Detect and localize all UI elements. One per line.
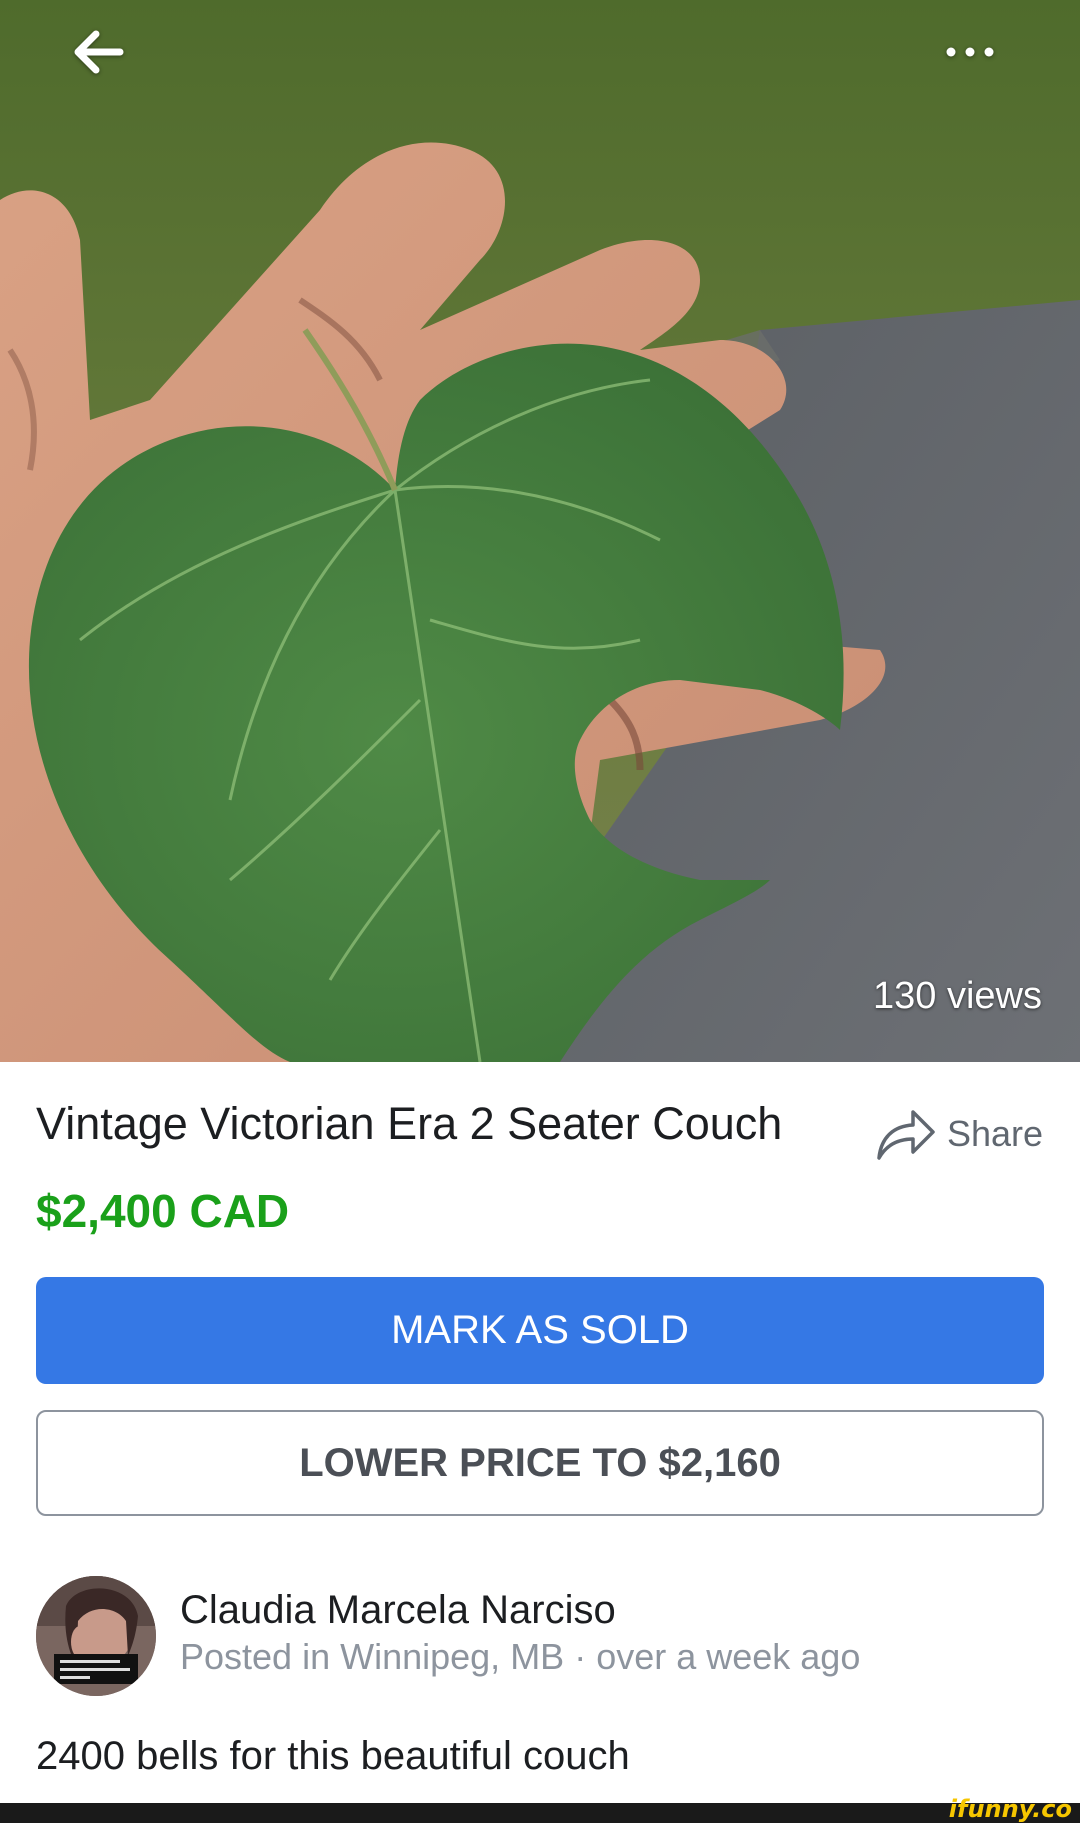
- meta-separator: ·: [564, 1636, 597, 1677]
- watermark-bar: ifunny.co: [0, 1795, 1080, 1823]
- listing-description: 2400 bells for this beautiful couch: [36, 1734, 630, 1778]
- more-horizontal-icon: [946, 47, 994, 57]
- arrow-left-icon: [74, 30, 124, 74]
- watermark-logo: ifunny.co: [948, 1795, 1072, 1823]
- back-button[interactable]: [60, 20, 136, 84]
- listing-photo[interactable]: 130 views: [0, 0, 1080, 1062]
- share-label: Share: [947, 1113, 1044, 1154]
- seller-location: Posted in Winnipeg, MB: [180, 1636, 565, 1677]
- mark-as-sold-button[interactable]: MARK AS SOLD: [36, 1277, 1044, 1384]
- listing-title: Vintage Victorian Era 2 Seater Couch: [36, 1098, 783, 1149]
- share-button[interactable]: Share: [875, 1100, 1050, 1168]
- seller-name[interactable]: Claudia Marcela Narciso: [180, 1588, 616, 1633]
- share-arrow-icon: [877, 1110, 935, 1160]
- view-count: 130 views: [873, 975, 1042, 1017]
- more-options-button[interactable]: [930, 20, 1010, 84]
- seller-avatar-image: [36, 1576, 156, 1696]
- leaf-in-hand-photo: [0, 0, 1080, 1062]
- seller-meta: Posted in Winnipeg, MB · over a week ago: [180, 1636, 860, 1678]
- lower-price-button[interactable]: LOWER PRICE TO $2,160: [36, 1410, 1044, 1516]
- seller-avatar[interactable]: [36, 1576, 156, 1696]
- posted-time: over a week ago: [596, 1636, 861, 1677]
- listing-price: $2,400 CAD: [36, 1185, 290, 1237]
